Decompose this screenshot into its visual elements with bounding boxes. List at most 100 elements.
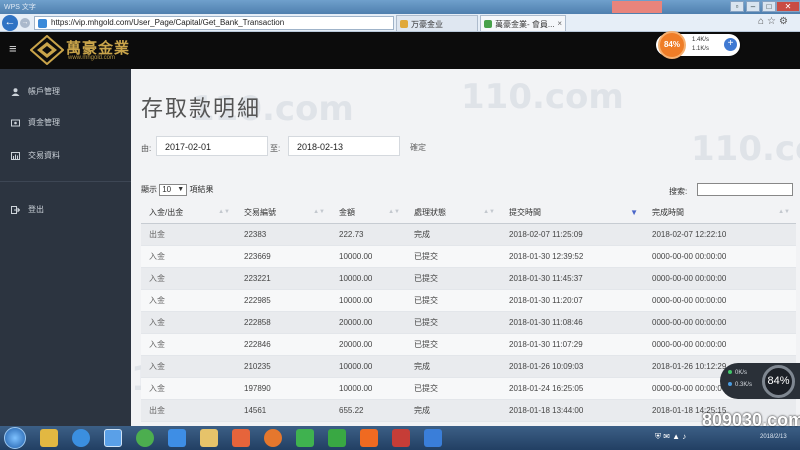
folder-icon[interactable] [200,429,218,447]
sidebar-item-funds[interactable]: 資金管理 [0,112,131,134]
sort-icon: ▲▼ [313,209,325,215]
cell-amount: 10000.00 [331,377,406,400]
cell-submit-time: 2018-01-18 13:44:00 [501,399,644,422]
cell-complete-time: 0000-00-00 00:00:00 [644,289,796,312]
col-header-complete-time[interactable]: 完成時間 ▲▼ [644,203,796,224]
cell-type: 入金 [141,267,236,290]
page-length-select[interactable]: 10 ▼ [159,184,188,196]
sort-icon: ▲▼ [778,209,790,215]
url-field[interactable]: https://vip.mhgold.com/User_Page/Capital… [34,16,394,30]
cell-status: 完成 [406,355,501,378]
tab-1[interactable]: 万豪金业 [396,15,478,31]
firefox-icon[interactable] [264,429,282,447]
forward-button[interactable]: → [20,18,30,28]
table-row[interactable]: 入金 223669 10000.00 已提交 2018-01-30 12:39:52 00… [141,245,796,268]
cell-status: 完成 [406,399,501,422]
boost-plus-icon[interactable]: + [724,38,737,51]
watermark: 110.com [461,77,624,117]
cell-amount: 10000.00 [331,289,406,312]
table-row[interactable]: 出金 22383 222.73 完成 2018-02-07 11:25:09 2018-0… [141,223,796,246]
table-row[interactable]: 入金 197890 10000.00 已提交 2018-01-24 16:25:05 00… [141,377,796,400]
cell-status: 完成 [406,223,501,246]
back-button[interactable]: ← [2,15,18,31]
browser-icon[interactable] [104,429,122,447]
home-icon[interactable]: ⌂ [758,16,767,27]
speed-widget[interactable]: 0K/s 0.3K/s 84% [720,363,800,399]
taskbar: ⛨ ✉ ▲ ♪ [0,426,800,450]
col-header-amount[interactable]: 金額 ▲▼ [331,203,406,224]
app-icon[interactable] [328,429,346,447]
to-label: 至: [270,144,281,153]
app-icon[interactable] [40,429,58,447]
cell-submit-time: 2018-01-30 11:08:46 [501,311,644,334]
app-icon[interactable] [424,429,442,447]
page-title: 存取款明細 [141,97,262,122]
sidebar-item-account[interactable]: 帳戶管理 [0,81,131,103]
sort-icon: ▲▼ [483,209,495,215]
app-icon[interactable] [72,429,90,447]
page-length-control: 顯示 10 ▼ 項結果 [141,184,213,196]
address-bar: ← → https://vip.mhgold.com/User_Page/Cap… [0,14,800,32]
minimize-icon[interactable]: – [746,1,760,12]
sidebar-item-logout[interactable]: 登出 [0,199,131,221]
col-header-submit-time[interactable]: 提交時間 ▼ [501,203,644,224]
close-tab-icon[interactable]: × [557,19,562,28]
from-label: 由: [141,144,152,153]
cell-id: 210235 [236,355,331,378]
table-row[interactable]: 入金 222846 20000.00 已提交 2018-01-30 11:07:29 00… [141,333,796,356]
browser-tools: ⌂☆⚙ [758,16,791,27]
gear-icon[interactable]: ⚙ [779,16,791,27]
to-date-input[interactable]: 2018-02-13 [288,136,400,156]
close-window-icon[interactable]: ✕ [776,1,800,12]
menu-toggle-icon[interactable]: ≡ [9,42,20,55]
cell-type: 入金 [141,355,236,378]
col-header-id[interactable]: 交易編號 ▲▼ [236,203,331,224]
search-input[interactable] [697,183,793,196]
app-icon[interactable] [296,429,314,447]
from-date-input[interactable]: 2017-02-01 [156,136,268,156]
titlebar-ad[interactable] [612,1,662,13]
sort-icon: ▲▼ [388,209,400,215]
col-header-type[interactable]: 入金/出金 ▲▼ [141,203,236,224]
length-prefix: 顯示 [141,185,157,195]
cell-type: 入金 [141,333,236,356]
confirm-button[interactable]: 確定 [410,142,426,153]
start-button[interactable] [4,427,26,449]
tab-favicon-icon [400,20,408,28]
media-icon[interactable] [232,429,250,447]
taobao-icon[interactable] [360,429,378,447]
cell-id: 222985 [236,289,331,312]
cell-type: 入金 [141,377,236,400]
cell-status: 已提交 [406,245,501,268]
tab-2[interactable]: 萬豪金業- 會員... × [480,15,566,31]
cell-id: 222858 [236,311,331,334]
restore-window-icon[interactable]: ▫ [730,1,744,12]
table-row[interactable]: 入金 222858 20000.00 已提交 2018-01-30 11:08:46 00… [141,311,796,334]
app-icon[interactable] [392,429,410,447]
cpu-percent-badge: 84% [658,31,686,59]
table-row[interactable]: 出金 14561 655.22 完成 2018-01-18 13:44:00 2018-0… [141,399,796,422]
chart-icon [11,152,20,160]
maximize-icon[interactable]: □ [762,1,776,12]
sidebar-item-label: 資金管理 [28,118,60,127]
cell-complete-time: 0000-00-00 00:00:00 [644,333,796,356]
star-icon[interactable]: ☆ [767,16,779,27]
app-icon[interactable] [136,429,154,447]
cell-status: 已提交 [406,311,501,334]
cell-submit-time: 2018-01-30 12:39:52 [501,245,644,268]
col-header-status[interactable]: 處理狀態 ▲▼ [406,203,501,224]
site-icon [38,19,47,28]
sidebar-item-trading[interactable]: 交易資料 [0,145,131,167]
cell-type: 出金 [141,223,236,246]
sidebar-divider [0,181,131,182]
app-icon[interactable] [168,429,186,447]
cell-amount: 222.73 [331,223,406,246]
table-row[interactable]: 入金 222985 10000.00 已提交 2018-01-30 11:20:07 00… [141,289,796,312]
table-row[interactable]: 入金 223221 10000.00 已提交 2018-01-30 11:45:37 00… [141,267,796,290]
network-widget[interactable]: 84% 1.4K/s 1.1K/s + [656,31,740,59]
cell-amount: 10000.00 [331,245,406,268]
cell-id: 223221 [236,267,331,290]
table-row[interactable]: 入金 210235 10000.00 完成 2018-01-26 10:09:03 201… [141,355,796,378]
cell-complete-time: 0000-00-00 00:00:00 [644,267,796,290]
system-tray[interactable]: ⛨ ✉ ▲ ♪ [655,432,686,442]
